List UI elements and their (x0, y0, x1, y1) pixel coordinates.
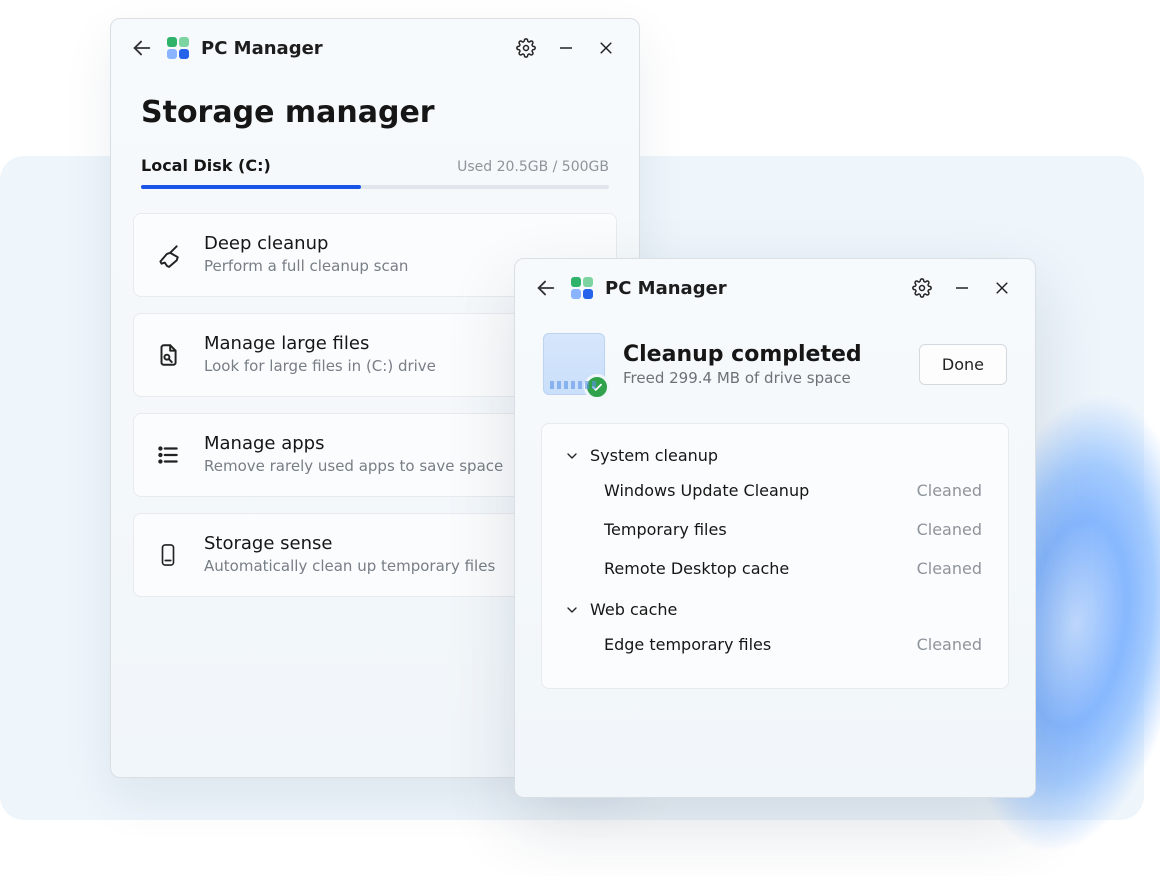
list-icon (154, 441, 182, 469)
cleanup-item: Temporary files Cleaned (550, 510, 1000, 549)
file-search-icon (154, 341, 182, 369)
settings-button[interactable] (511, 33, 541, 63)
close-button[interactable] (591, 33, 621, 63)
cleanup-subtitle: Freed 299.4 MB of drive space (623, 369, 862, 387)
app-logo-icon (165, 35, 191, 61)
checkmark-badge-icon (584, 374, 610, 400)
app-title: PC Manager (201, 38, 323, 59)
drive-icon (154, 541, 182, 569)
app-title: PC Manager (605, 278, 727, 299)
app-logo-icon (569, 275, 595, 301)
card-subtitle: Remove rarely used apps to save space (204, 456, 503, 478)
disk-usage-bar (141, 185, 609, 189)
card-subtitle: Perform a full cleanup scan (204, 256, 408, 278)
settings-button[interactable] (907, 273, 937, 303)
group-label: Web cache (590, 600, 677, 619)
card-title: Storage sense (204, 532, 495, 556)
close-icon (993, 279, 1011, 297)
cleanup-item: Remote Desktop cache Cleaned (550, 549, 1000, 588)
close-button[interactable] (987, 273, 1017, 303)
broom-icon (154, 241, 182, 269)
disk-name: Local Disk (C:) (141, 156, 271, 175)
item-status: Cleaned (917, 481, 982, 500)
item-name: Edge temporary files (604, 635, 771, 654)
item-name: Remote Desktop cache (604, 559, 789, 578)
cleanup-result-window: PC Manager Cleanup completed Freed 299.4… (514, 258, 1036, 798)
card-title: Manage large files (204, 332, 436, 356)
cleanup-title: Cleanup completed (623, 342, 862, 367)
chevron-down-icon (564, 602, 580, 618)
card-subtitle: Automatically clean up temporary files (204, 556, 495, 578)
card-title: Deep cleanup (204, 232, 408, 256)
drive-success-icon (543, 333, 605, 395)
item-name: Windows Update Cleanup (604, 481, 809, 500)
minimize-button[interactable] (551, 33, 581, 63)
gear-icon (912, 278, 932, 298)
item-status: Cleaned (917, 635, 982, 654)
back-button[interactable] (533, 275, 559, 301)
gear-icon (516, 38, 536, 58)
card-title: Manage apps (204, 432, 503, 456)
item-name: Temporary files (604, 520, 727, 539)
minimize-icon (953, 279, 971, 297)
card-subtitle: Look for large files in (C:) drive (204, 356, 436, 378)
back-button[interactable] (129, 35, 155, 61)
group-system-cleanup[interactable]: System cleanup (550, 434, 1000, 471)
disk-usage-fill (141, 185, 361, 189)
page-title: Storage manager (111, 71, 639, 144)
cleanup-item: Edge temporary files Cleaned (550, 625, 1000, 664)
done-button[interactable]: Done (919, 344, 1007, 385)
chevron-down-icon (564, 448, 580, 464)
titlebar: PC Manager (111, 19, 639, 71)
titlebar: PC Manager (515, 259, 1035, 311)
cleanup-details: System cleanup Windows Update Cleanup Cl… (541, 423, 1009, 689)
item-status: Cleaned (917, 520, 982, 539)
cleanup-summary: Cleanup completed Freed 299.4 MB of driv… (515, 311, 1035, 411)
group-web-cache[interactable]: Web cache (550, 588, 1000, 625)
cleanup-item: Windows Update Cleanup Cleaned (550, 471, 1000, 510)
close-icon (597, 39, 615, 57)
group-label: System cleanup (590, 446, 718, 465)
minimize-button[interactable] (947, 273, 977, 303)
disk-used-label: Used 20.5GB / 500GB (457, 159, 609, 175)
disk-usage: Local Disk (C:) Used 20.5GB / 500GB (111, 144, 639, 193)
item-status: Cleaned (917, 559, 982, 578)
minimize-icon (557, 39, 575, 57)
